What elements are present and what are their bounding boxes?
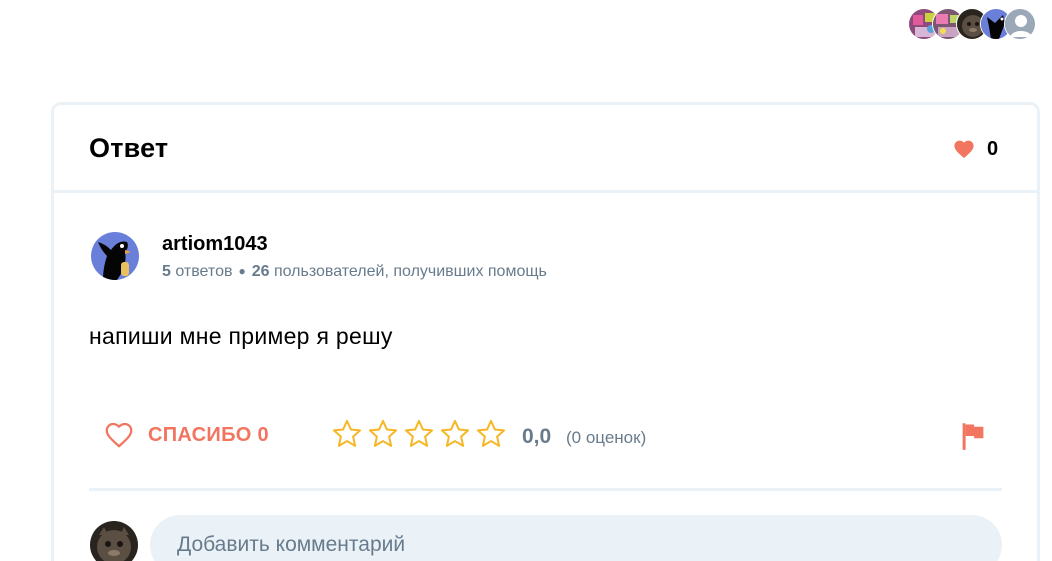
rating-count: (0 оценок): [566, 428, 647, 447]
helped-label: пользователей, получивших помощь: [273, 263, 547, 280]
online-users-avatars: [908, 8, 1048, 42]
author-stats: 5 ответов ● 26 пользователей, получивших п…: [162, 263, 547, 281]
separator-dot: ●: [238, 264, 246, 278]
answer-card: Ответ 0 artiom1043 5 ответов ● 26 пользова…: [51, 102, 1040, 561]
answers-count: 5: [162, 263, 171, 280]
default-user-avatar[interactable]: [1004, 8, 1036, 40]
comment-input[interactable]: [150, 515, 1002, 561]
heart-icon[interactable]: [953, 139, 975, 159]
likes-count: 0: [987, 138, 999, 160]
helped-count: 26: [251, 263, 270, 280]
star-icon[interactable]: [475, 418, 507, 450]
star-icon[interactable]: [331, 418, 363, 450]
star-icon[interactable]: [439, 418, 471, 450]
answer-card-header: Ответ 0: [54, 105, 1037, 193]
answer-title: Ответ: [89, 133, 169, 163]
star-icon[interactable]: [367, 418, 399, 450]
thanks-label: СПАСИБО 0: [148, 423, 269, 446]
divider: [89, 488, 1002, 491]
answer-text: напиши мне пример я решу: [89, 323, 393, 349]
page: Ответ 0 artiom1043 5 ответов ● 26 пользова…: [0, 0, 1052, 561]
heart-outline-icon: [105, 422, 133, 448]
rating-value: 0,0: [522, 425, 552, 448]
thanks-button[interactable]: СПАСИБО 0: [104, 418, 269, 452]
rating-stars[interactable]: [331, 418, 511, 450]
author-avatar[interactable]: [91, 232, 139, 280]
answers-label: ответов: [175, 263, 233, 280]
flag-icon[interactable]: [959, 421, 987, 451]
star-icon[interactable]: [403, 418, 435, 450]
current-user-avatar[interactable]: [90, 521, 138, 561]
author-name[interactable]: artiom1043: [162, 233, 268, 256]
